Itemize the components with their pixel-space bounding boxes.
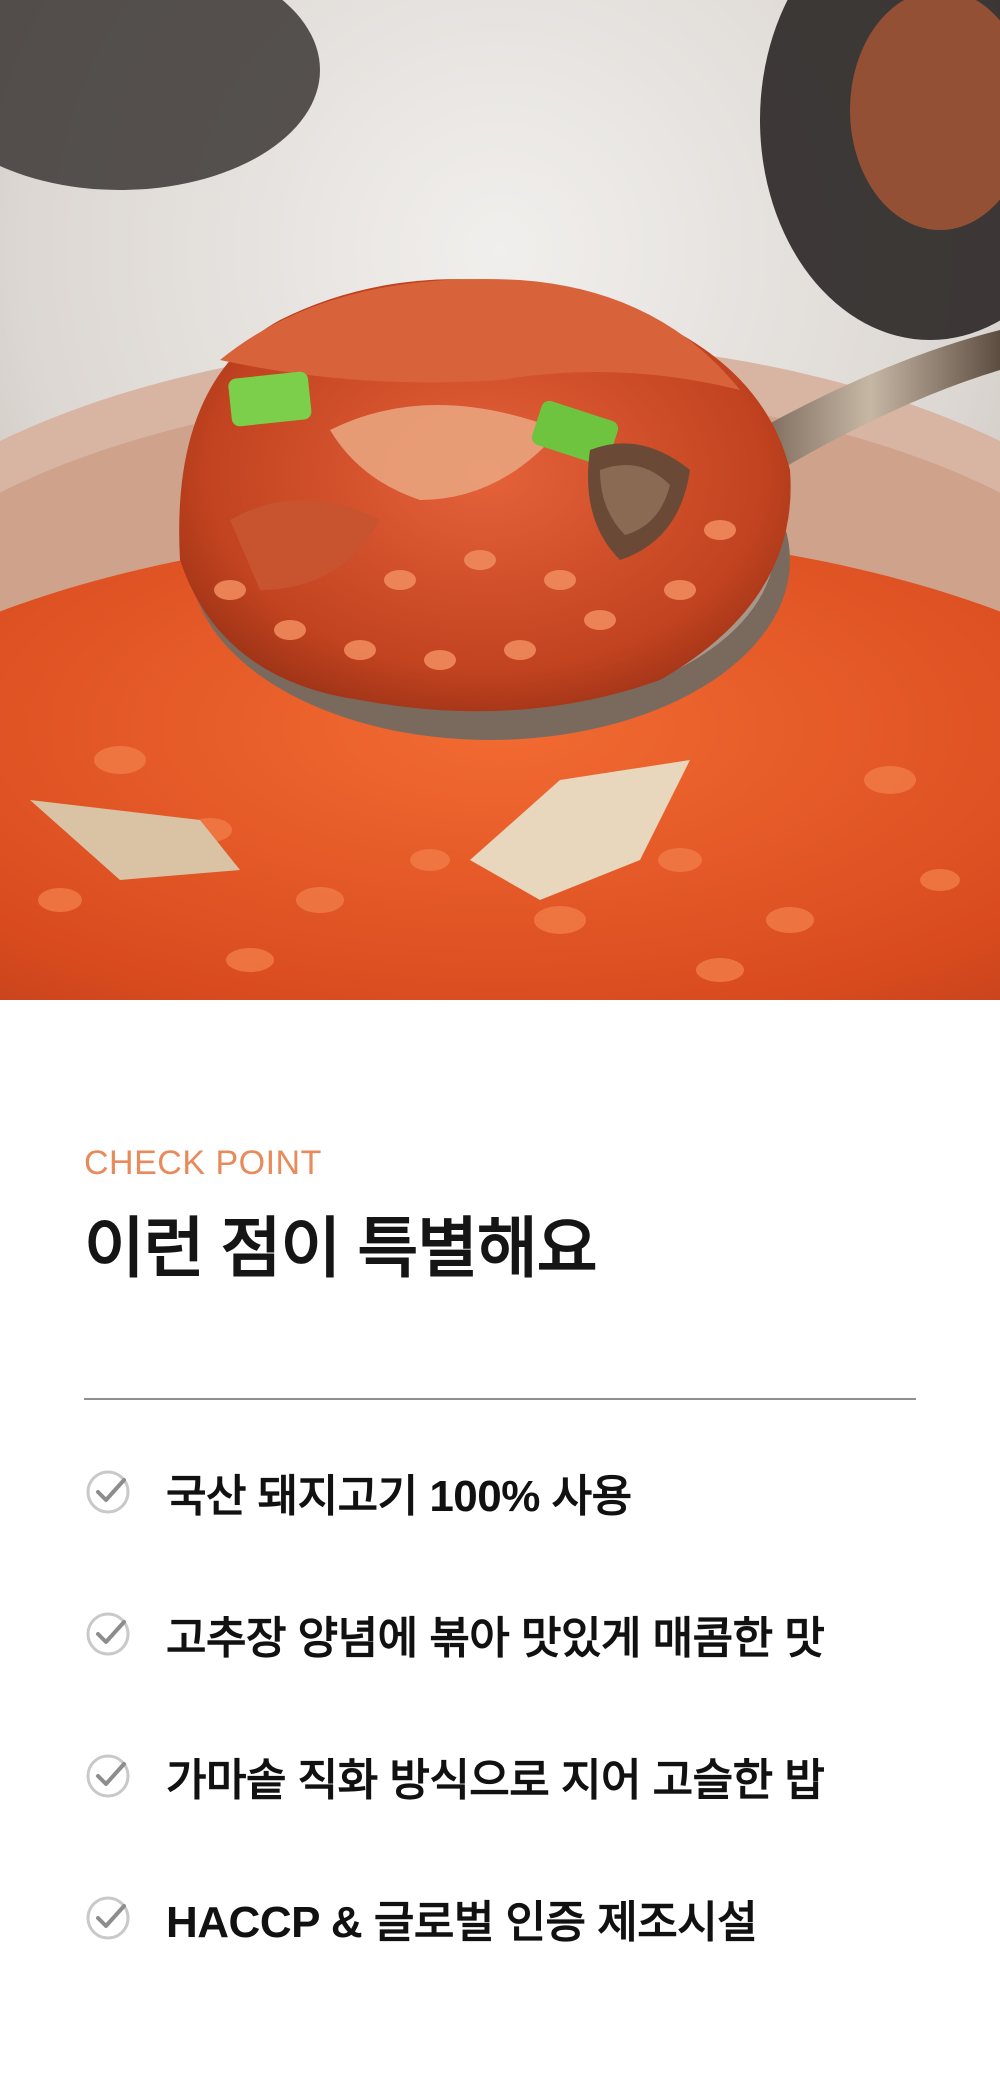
check-circle-icon: [86, 1754, 130, 1798]
hero-food-photo: [0, 0, 1000, 1000]
section-eyebrow: CHECK POINT: [84, 1144, 322, 1182]
section-divider: [84, 1398, 916, 1400]
check-circle-icon: [86, 1612, 130, 1656]
point-text: 고추장 양념에 볶아 맛있게 매콤한 맛: [166, 1614, 825, 1663]
list-item: 국산 돼지고기 100% 사용: [84, 1460, 916, 1524]
food-illustration: [0, 0, 1000, 1000]
check-circle-icon: [86, 1896, 130, 1940]
list-item: 가마솥 직화 방식으로 지어 고슬한 밥: [84, 1744, 916, 1808]
check-circle-icon: [86, 1470, 130, 1514]
list-item: HACCP & 글로벌 인증 제조시설: [84, 1886, 916, 1950]
point-text: 국산 돼지고기 100% 사용: [166, 1472, 632, 1521]
point-text: HACCP & 글로벌 인증 제조시설: [166, 1898, 758, 1947]
check-point-section: CHECK POINT 이런 점이 특별해요 국산 돼지고기 100% 사용 고…: [84, 1140, 916, 2028]
point-text: 가마솥 직화 방식으로 지어 고슬한 밥: [166, 1756, 825, 1805]
list-item: 고추장 양념에 볶아 맛있게 매콤한 맛: [84, 1602, 916, 1666]
check-point-list: 국산 돼지고기 100% 사용 고추장 양념에 볶아 맛있게 매콤한 맛 가마솥…: [84, 1460, 916, 1950]
section-title: 이런 점이 특별해요: [84, 1211, 597, 1285]
